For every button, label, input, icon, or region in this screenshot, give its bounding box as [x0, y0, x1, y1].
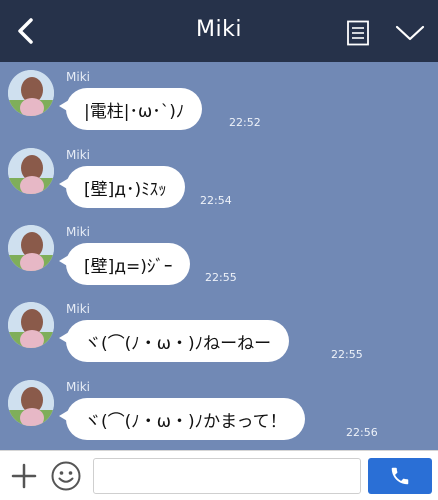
message-time: 22:52 — [229, 116, 261, 129]
plus-icon — [11, 463, 37, 489]
avatar[interactable] — [8, 380, 54, 426]
avatar-photo — [8, 380, 54, 426]
message-time: 22:55 — [331, 348, 363, 361]
message-item: Miki ヾ(⌒(ﾉ・ω・)ﾉねーねー 22:55 — [0, 296, 438, 370]
avatar-photo — [8, 70, 54, 116]
message-item: Miki [壁]д=)ｼﾞｰ 22:55 — [0, 219, 438, 293]
message-bubble[interactable]: ヾ(⌒(ﾉ・ω・)ﾉかまって！ — [59, 398, 305, 440]
message-time: 22:54 — [200, 194, 232, 207]
phone-icon — [391, 467, 409, 485]
chat-header: Miki — [0, 0, 438, 62]
sender-name: Miki — [66, 302, 90, 316]
message-list[interactable]: Miki |電柱|･ω･`)ﾉ 22:52 Miki [壁]д･)ﾐｽｯ 22:… — [0, 62, 438, 450]
avatar[interactable] — [8, 302, 54, 348]
message-bubble[interactable]: ヾ(⌒(ﾉ・ω・)ﾉねーねー — [58, 320, 290, 362]
chat-title: Miki — [196, 17, 242, 42]
avatar-photo — [8, 225, 54, 271]
avatar-photo — [8, 148, 54, 194]
message-time: 22:56 — [346, 426, 378, 439]
message-input[interactable] — [93, 458, 361, 494]
menu-button[interactable] — [393, 21, 427, 45]
notes-button[interactable] — [344, 19, 372, 47]
emoji-button[interactable] — [49, 459, 83, 493]
avatar[interactable] — [8, 225, 54, 271]
add-button[interactable] — [10, 462, 38, 490]
message-input-bar — [0, 450, 438, 500]
message-item: Miki ヾ(⌒(ﾉ・ω・)ﾉかまって！ 22:56 — [0, 374, 438, 448]
smiley-icon — [51, 461, 81, 491]
avatar-photo — [8, 302, 54, 348]
message-bubble[interactable]: |電柱|･ω･`)ﾉ — [58, 88, 203, 130]
message-bubble[interactable]: [壁]д=)ｼﾞｰ — [58, 243, 191, 285]
sender-name: Miki — [66, 225, 90, 239]
message-item: Miki |電柱|･ω･`)ﾉ 22:52 — [0, 64, 438, 138]
sender-name: Miki — [66, 148, 90, 162]
message-bubble[interactable]: [壁]д･)ﾐｽｯ — [59, 166, 185, 208]
avatar[interactable] — [8, 70, 54, 116]
avatar[interactable] — [8, 148, 54, 194]
send-button[interactable] — [368, 458, 432, 494]
sender-name: Miki — [66, 380, 90, 394]
message-item: Miki [壁]д･)ﾐｽｯ 22:54 — [0, 142, 438, 216]
chevron-down-icon — [395, 25, 425, 41]
message-time: 22:55 — [205, 271, 237, 284]
sender-name: Miki — [66, 70, 90, 84]
notes-icon — [347, 20, 369, 46]
